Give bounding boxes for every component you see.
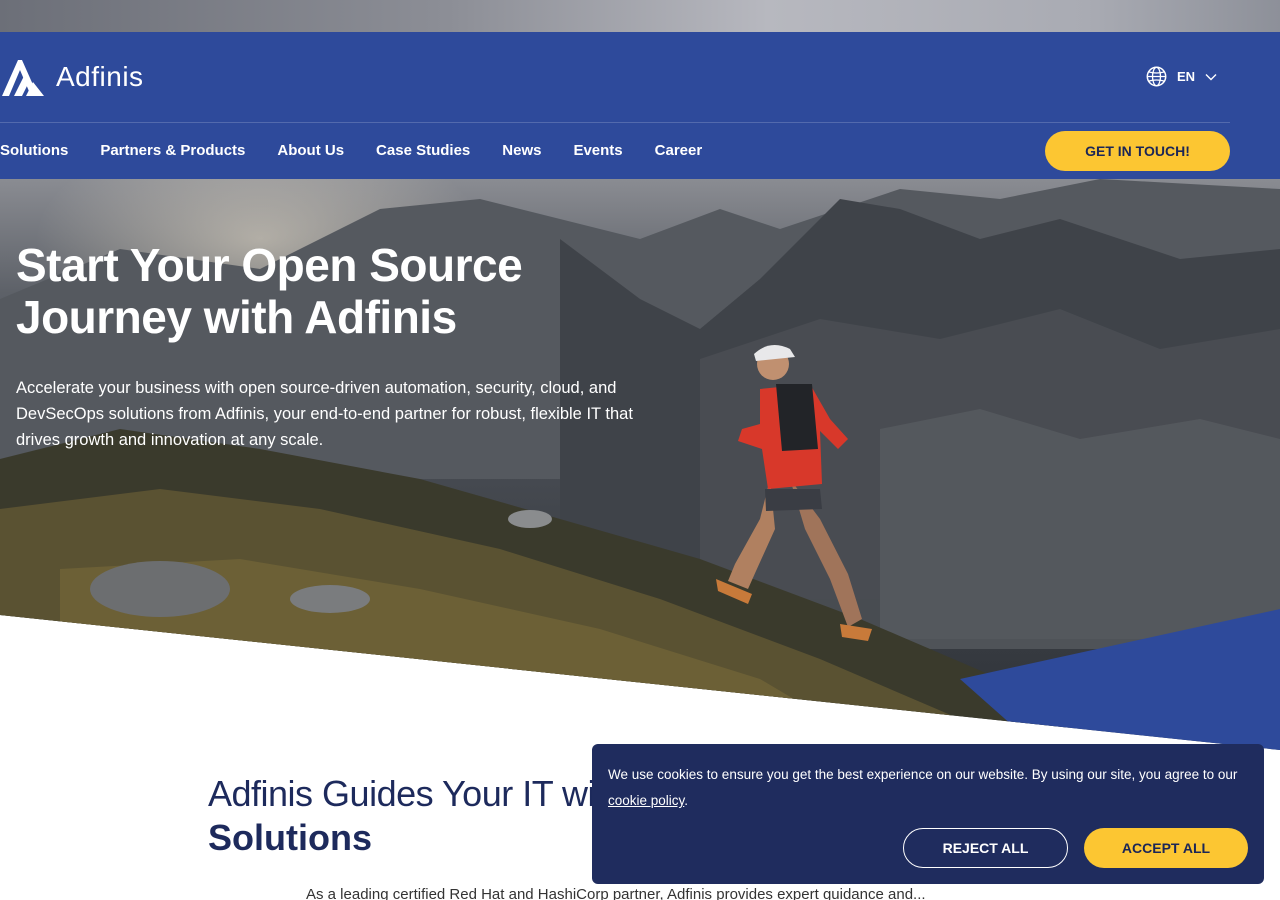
cookie-policy-link[interactable]: cookie policy [608, 793, 684, 808]
language-selector[interactable]: EN [1146, 66, 1217, 87]
cookie-message-text: We use cookies to ensure you get the bes… [608, 767, 1238, 782]
nav-item-case-studies[interactable]: Case Studies [376, 142, 470, 159]
logo-link[interactable]: Adfinis [0, 56, 144, 98]
nav-item-news[interactable]: News [502, 142, 541, 159]
brand-name: Adfinis [56, 61, 144, 92]
chevron-down-icon [1205, 73, 1217, 80]
header-divider [0, 122, 1230, 123]
main-nav: Solutions Partners & Products About Us C… [0, 142, 702, 159]
nav-item-solutions[interactable]: Solutions [0, 142, 68, 159]
hero-description: Accelerate your business with open sourc… [16, 379, 633, 449]
hero-section: Start Your Open Source Journey with Adfi… [0, 179, 1280, 750]
site-header: Adfinis EN Solutions Partners & Products… [0, 32, 1280, 179]
hero-title: Start Your Open Source Journey with Adfi… [16, 239, 523, 343]
section-intro-text: As a leading certified Red Hat and Hashi… [306, 886, 926, 900]
adfinis-logo-icon [2, 60, 44, 96]
hero-sky-strip [0, 0, 1280, 32]
language-code: EN [1177, 69, 1196, 84]
globe-icon [1146, 66, 1167, 87]
get-in-touch-button[interactable]: GET IN TOUCH! [1045, 131, 1230, 171]
reject-all-button[interactable]: REJECT ALL [903, 828, 1068, 868]
nav-item-about-us[interactable]: About Us [277, 142, 344, 159]
cookie-message: We use cookies to ensure you get the bes… [608, 762, 1248, 814]
nav-item-events[interactable]: Events [573, 142, 622, 159]
cookie-message-suffix: . [684, 793, 689, 808]
accept-all-button[interactable]: ACCEPT ALL [1084, 828, 1248, 868]
nav-item-partners-products[interactable]: Partners & Products [100, 142, 245, 159]
cookie-banner: We use cookies to ensure you get the bes… [592, 744, 1264, 884]
nav-item-career[interactable]: Career [655, 142, 703, 159]
